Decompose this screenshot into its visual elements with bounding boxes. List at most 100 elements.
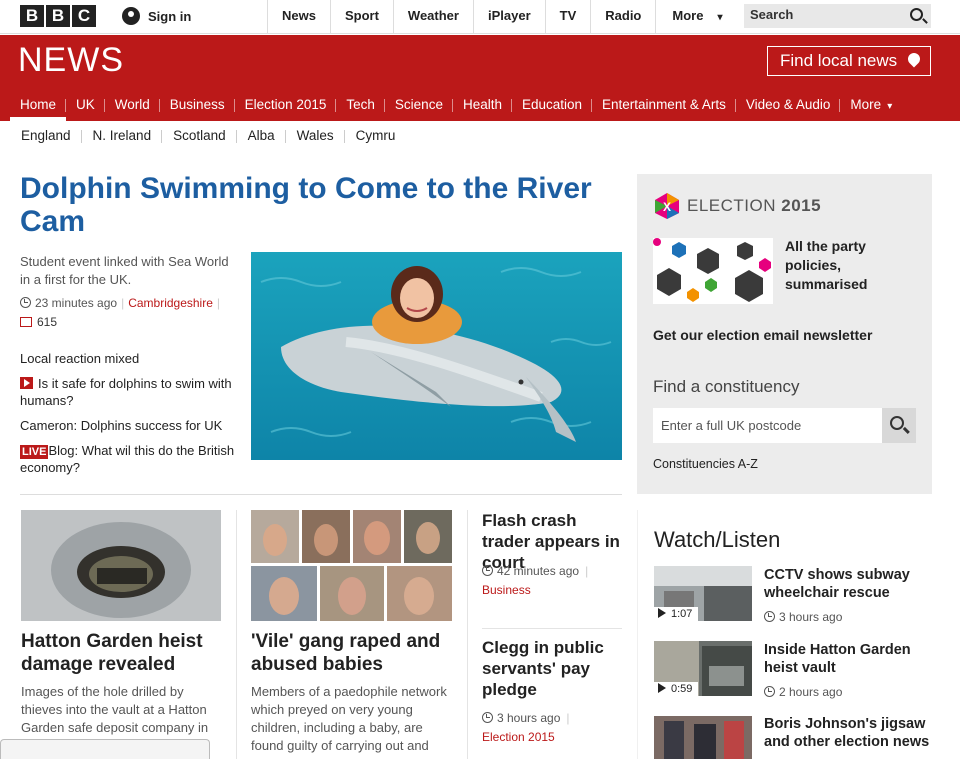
region-nav-wales[interactable]: Wales [286,128,345,143]
section-nav-election[interactable]: Election 2015 [235,90,337,121]
region-nav: England N. Ireland Scotland Alba Wales C… [10,128,406,143]
section-nav-tech[interactable]: Tech [336,90,385,121]
section-nav-world[interactable]: World [105,90,160,121]
story-image-mugshots[interactable] [251,510,452,621]
lead-comments[interactable]: 615 [20,315,57,329]
column-divider [467,510,468,759]
related-link-video[interactable]: Is it safe for dolphins to swim with hum… [20,375,235,409]
related-link-text: Is it safe for dolphins to swim with hum… [20,376,232,408]
section-nav-health[interactable]: Health [453,90,513,121]
section-nav-home[interactable]: Home [10,90,67,121]
location-pin-icon [905,50,923,68]
video-thumbnail[interactable] [654,716,752,759]
lead-related-links: Local reaction mixed Is it safe for dolp… [20,350,235,484]
column-divider [637,510,638,759]
video-time: 3 hours ago [779,610,843,624]
section-nav: Home UK World Business Election 2015 Tec… [0,90,960,121]
comment-icon [20,317,32,327]
story-meta: 3 hours ago | [482,711,570,725]
video-thumbnail[interactable]: 0:59 [654,641,752,696]
story-time: 42 minutes ago [497,564,580,578]
lead-summary: Student event linked with Sea World in a… [20,254,229,287]
global-nav-news[interactable]: News [267,0,330,34]
watch-listen-heading: Watch/Listen [654,527,781,552]
region-nav-ni[interactable]: N. Ireland [82,128,163,143]
video-title[interactable]: Inside Hatton Garden heist vault [764,641,934,677]
story-title[interactable]: Hatton Garden heist damage revealed [21,630,221,676]
postcode-search-button[interactable] [882,408,916,443]
bbc-logo[interactable]: B B C [20,5,96,27]
story-time: 3 hours ago [497,711,561,725]
news-masthead: NEWS Find local news [0,35,960,90]
election-newsletter-link[interactable]: Get our election email newsletter [653,327,872,343]
story-title[interactable]: 'Vile' gang raped and abused babies [251,630,456,676]
story-summary: Members of a paedophile network which pr… [251,684,447,753]
election-panel: X ELECTION 2015 All the party policies, … [637,174,932,494]
global-search-input[interactable]: Search [744,4,931,28]
section-nav-education[interactable]: Education [512,90,593,121]
video-title[interactable]: Boris Johnson's jigsaw and other electio… [764,715,934,751]
related-link-live[interactable]: LIVE Blog: What wil this do the British e… [20,442,235,476]
related-link-text: Blog: What wil this do the British econo… [20,443,235,475]
global-nav-radio[interactable]: Radio [590,0,655,34]
related-link[interactable]: Local reaction mixed [20,350,235,367]
search-icon[interactable] [910,8,923,21]
video-duration: 1:07 [654,607,699,621]
party-policies-graphic[interactable] [653,238,773,304]
global-nav-more[interactable]: More [655,0,737,34]
related-link[interactable]: Cameron: Dolphins success for UK [20,417,235,434]
region-nav-cymru[interactable]: Cymru [345,128,407,143]
election-logo-year: 2015 [781,196,822,215]
video-thumbnail[interactable]: 1:07 [654,566,752,621]
lead-tag[interactable]: Cambridgeshire [128,296,213,310]
lead-time: 23 minutes ago [35,296,118,310]
sign-in-link[interactable]: Sign in [122,7,191,25]
logo-letter: B [46,5,70,27]
news-logo[interactable]: NEWS [18,41,124,80]
section-nav-uk[interactable]: UK [66,90,105,121]
global-nav: News Sport Weather iPlayer TV Radio More [267,0,737,34]
find-constituency-heading: Find a constituency [653,377,800,396]
election-logo-text: ELECTION [687,196,777,215]
lead-headline[interactable]: Dolphin Swimming to Come to the River Ca… [20,172,610,238]
clock-icon [482,712,493,723]
story-tag[interactable]: Business [482,583,531,597]
global-nav-iplayer[interactable]: iPlayer [472,0,545,34]
clock-icon [764,611,775,622]
logo-letter: B [20,5,44,27]
region-nav-scotland[interactable]: Scotland [162,128,237,143]
region-nav-alba[interactable]: Alba [237,128,286,143]
user-icon [122,7,140,25]
sign-in-label: Sign in [148,8,192,24]
election-x-icon: X [655,193,679,219]
comment-count: 615 [37,315,58,329]
section-nav-more[interactable]: More [840,90,902,121]
story-tag[interactable]: Election 2015 [482,730,555,744]
find-local-news-button[interactable]: Find local news [767,46,931,76]
election-2015-logo[interactable]: X ELECTION 2015 [653,192,821,220]
story-title[interactable]: Clegg in public servants' pay pledge [482,637,622,700]
clock-icon [482,565,493,576]
column-divider [236,510,237,759]
search-placeholder: Search [750,7,794,22]
section-nav-science[interactable]: Science [385,90,453,121]
party-policies-link[interactable]: All the party policies, summarised [785,237,925,294]
global-nav-tv[interactable]: TV [544,0,591,34]
lead-meta: 23 minutes ago | Cambridgeshire | [20,296,224,310]
lead-image-girl-with-dolphin[interactable] [251,252,622,460]
section-nav-video-audio[interactable]: Video & Audio [736,90,841,121]
clock-icon [20,297,31,308]
svg-text:X: X [663,200,671,214]
story-summary: Images of the hole drilled by thieves in… [21,684,209,735]
section-nav-business[interactable]: Business [160,90,235,121]
global-nav-sport[interactable]: Sport [329,0,393,34]
video-title[interactable]: CCTV shows subway wheelchair rescue [764,566,934,602]
global-nav-weather[interactable]: Weather [392,0,473,34]
postcode-input[interactable]: Enter a full UK postcode [653,408,882,443]
constituencies-az-link[interactable]: Constituencies A-Z [653,457,758,471]
region-nav-england[interactable]: England [10,128,82,143]
video-meta: 2 hours ago [764,685,842,699]
section-divider [20,494,622,495]
story-image-vault-hole[interactable] [21,510,221,621]
section-nav-entertainment[interactable]: Entertainment & Arts [592,90,736,121]
